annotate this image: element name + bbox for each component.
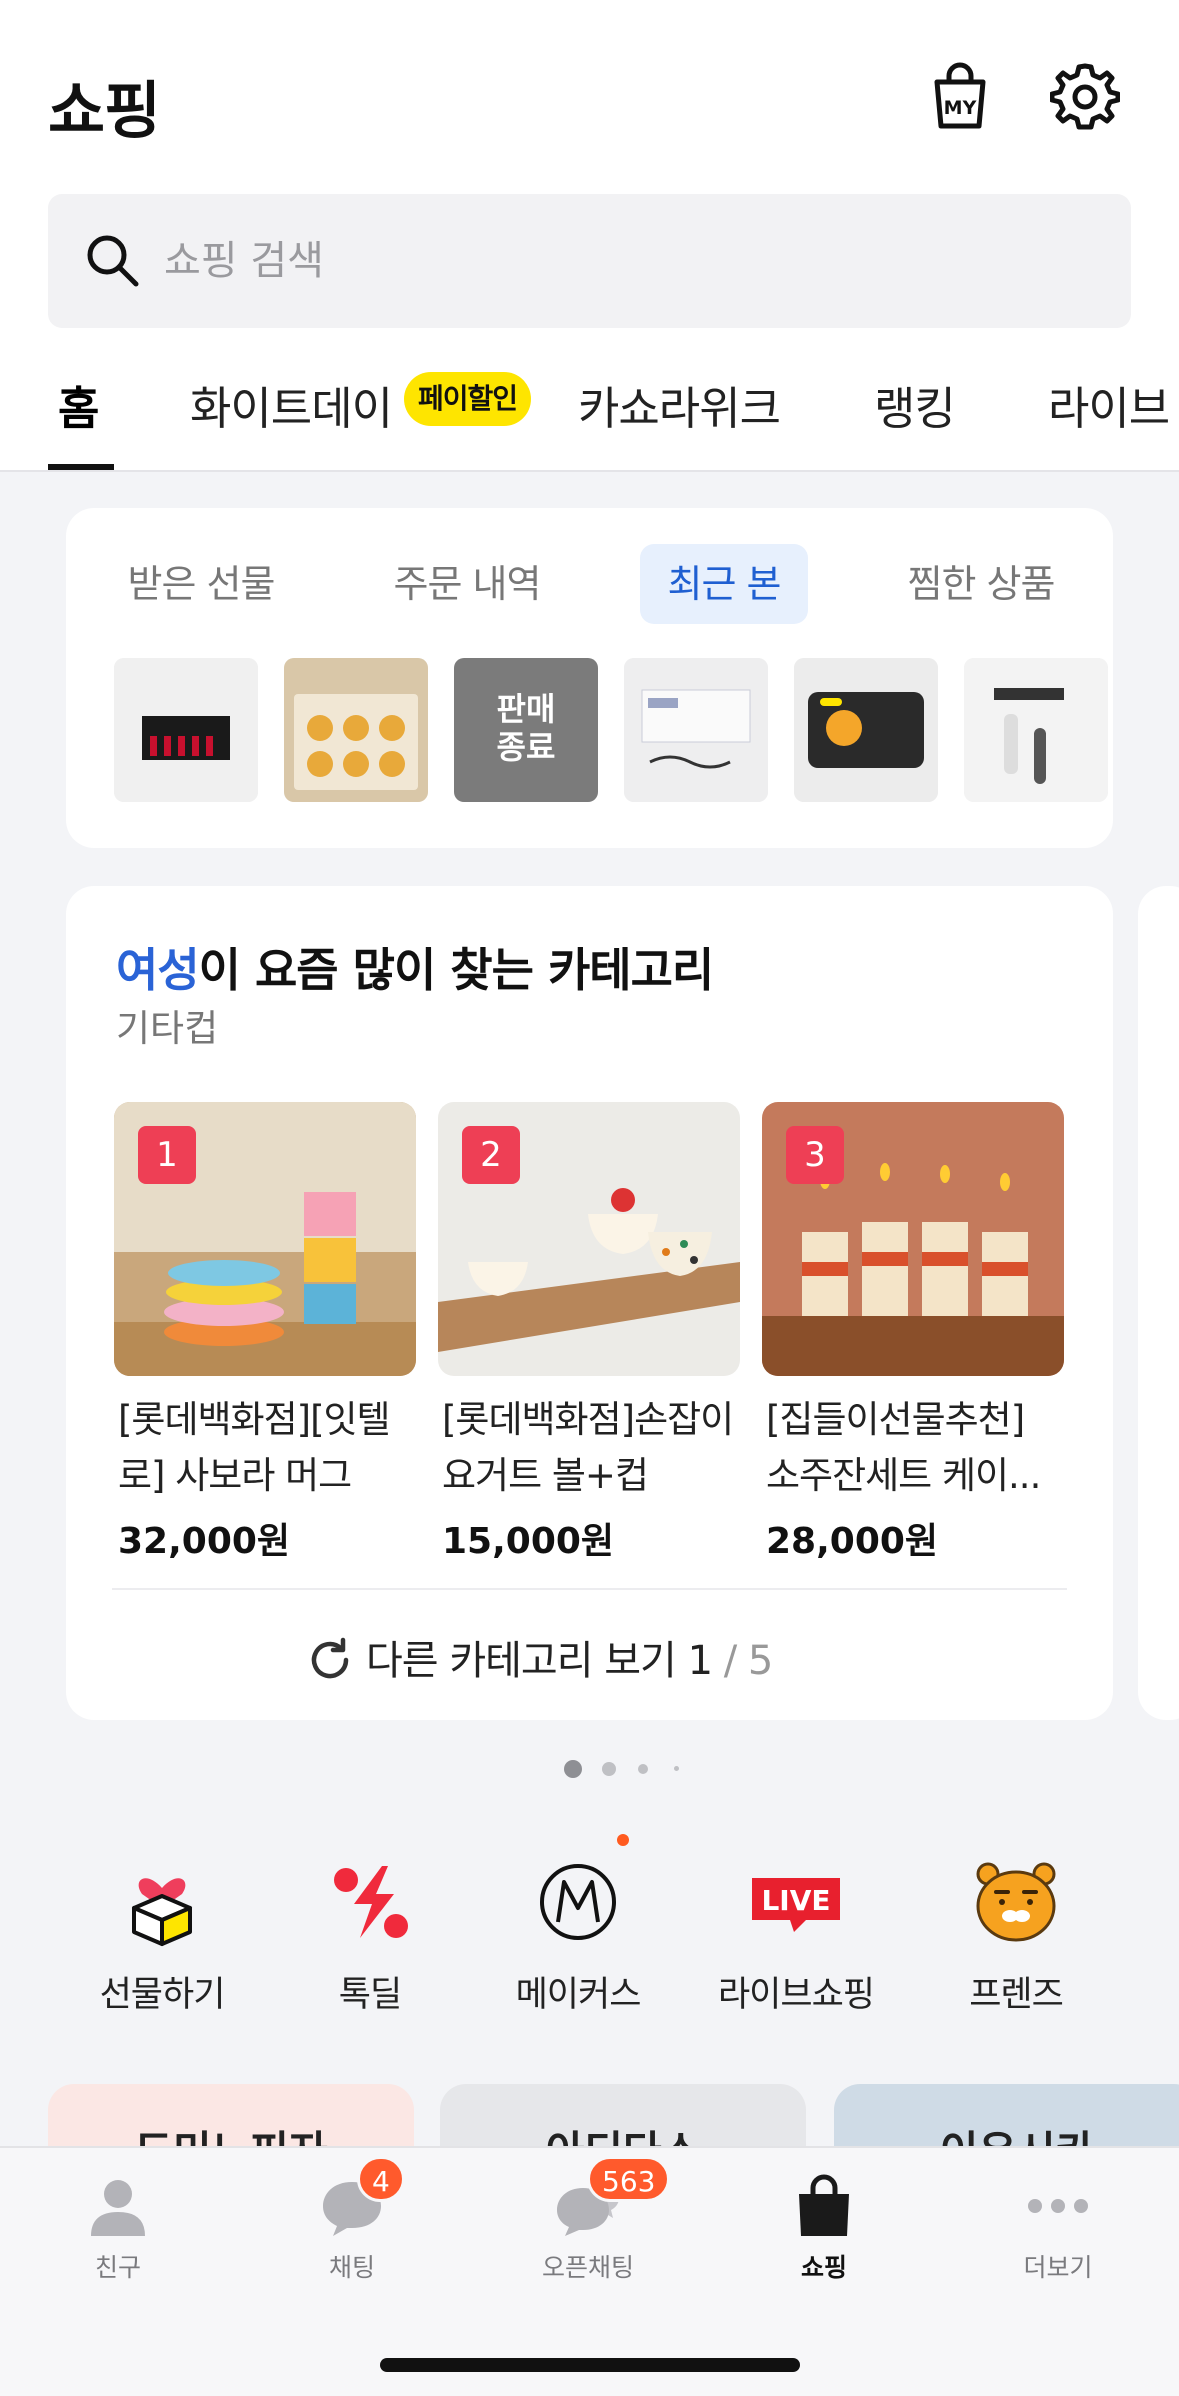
brand-banner[interactable]: 도미노피자 (48, 2084, 414, 2146)
subcategory-label: 기타컵 (116, 1007, 219, 1050)
recent-item-sold-out[interactable]: 판매 종료 (454, 658, 598, 802)
quick-menu-live-shopping[interactable]: LIVE 라이브쇼핑 (696, 1850, 896, 2017)
nav-shopping[interactable]: 쇼핑 (724, 2174, 924, 2284)
quick-menu-friends[interactable]: 프렌즈 (916, 1850, 1116, 2017)
nav-label: 친구 (94, 2253, 141, 2282)
refresh-icon (306, 1636, 354, 1684)
product-image: 2 (438, 1102, 740, 1376)
nav-more[interactable]: 더보기 (958, 2174, 1158, 2284)
product-price: 32,000원 (118, 1521, 291, 1562)
more-dots-icon (1023, 2174, 1093, 2238)
tab-ranking[interactable]: 랭킹 (874, 372, 956, 437)
product-name: [집들이선물추천] 소주잔세트 케이... (766, 1398, 1041, 1497)
product-image: 1 (114, 1102, 416, 1376)
carousel-dot (602, 1762, 616, 1776)
product-name: [롯데백화점]손잡이 요거트 볼+컵 (3c... (442, 1398, 734, 1497)
my-shopping-bag-icon[interactable]: MY (925, 62, 995, 132)
product-image: 3 (762, 1102, 1064, 1376)
recent-item-thumbnail[interactable] (964, 658, 1108, 802)
search-bar[interactable] (48, 194, 1131, 328)
unread-badge: 563 (587, 2156, 671, 2202)
other-category-button[interactable]: 다른 카테고리 보기 1 / 5 (311, 1628, 774, 1686)
tab-home[interactable]: 홈 (58, 372, 99, 437)
quick-menu-makers[interactable]: 메이커스 (478, 1850, 678, 2017)
rank-badge: 1 (138, 1126, 196, 1184)
settings-gear-icon[interactable] (1049, 62, 1121, 132)
tab-whiteday[interactable]: 화이트데이 (190, 372, 393, 437)
product-name: [롯데백화점][잇텔 로] 사보라 머그 S... (118, 1398, 391, 1497)
svg-text:LIVE: LIVE (761, 1884, 830, 1917)
product-price: 15,000원 (442, 1521, 615, 1562)
quick-menu-label: 메이커스 (515, 1975, 642, 2015)
nav-label: 오픈채팅 (541, 2253, 634, 2282)
quick-menu-label: 프렌즈 (969, 1975, 1064, 2015)
shopping-bag-icon (789, 2174, 859, 2238)
chip-received-gifts[interactable]: 받은 선물 (106, 544, 296, 624)
headline-highlight: 여성 (116, 943, 200, 997)
home-indicator (380, 2358, 800, 2372)
other-category-label: 다른 카테고리 보기 (366, 1638, 677, 1684)
carousel-dot (638, 1764, 648, 1774)
svg-text:MY: MY (944, 97, 977, 119)
my-activity-card: 받은 선물 주문 내역 최근 본 찜한 상품 판매 종료 (66, 508, 1113, 848)
quick-menu-label: 선물하기 (99, 1975, 226, 2015)
brand-banner[interactable]: 이유시카 (834, 2084, 1179, 2146)
category-tabs: 홈 화이트데이 카쇼라위크 랭킹 라이브 (0, 360, 1179, 472)
nav-chat[interactable]: 4 채팅 (252, 2156, 452, 2284)
nav-label: 채팅 (328, 2253, 375, 2282)
card-divider (112, 1588, 1067, 1590)
nav-label: 더보기 (1023, 2253, 1093, 2282)
nav-openchat[interactable]: 563 오픈채팅 (488, 2156, 688, 2284)
unread-badge: 4 (357, 2156, 405, 2202)
recent-item-thumbnail[interactable] (624, 658, 768, 802)
quick-menu-label: 톡딜 (338, 1975, 402, 2015)
recent-item-thumbnail[interactable] (114, 658, 258, 802)
nav-label: 쇼핑 (800, 2253, 847, 2282)
chat-icon: 4 (317, 2156, 405, 2238)
rank-badge: 2 (462, 1126, 520, 1184)
page-total: / 5 (712, 1638, 774, 1684)
rank-badge: 3 (786, 1126, 844, 1184)
new-indicator-dot (617, 1834, 629, 1846)
ryan-icon (966, 1850, 1066, 1950)
recent-item-thumbnail[interactable] (284, 658, 428, 802)
openchat-icon: 563 (553, 2156, 671, 2238)
live-icon: LIVE (746, 1850, 846, 1950)
headline-text: 이 요즘 많이 찾는 카테고리 (198, 943, 715, 997)
nav-friends[interactable]: 친구 (18, 2174, 218, 2284)
carousel-dot (674, 1766, 679, 1771)
quick-menu-gift[interactable]: 선물하기 (62, 1850, 262, 2017)
recent-item-thumbnail[interactable] (794, 658, 938, 802)
product-card[interactable]: 3 [집들이선물추천] 소주잔세트 케이... 28,000원 (762, 1102, 1064, 1564)
product-price: 28,000원 (766, 1521, 939, 1562)
product-card[interactable]: 1 [롯데백화점][잇텔 로] 사보라 머그 S... 32,000원 (114, 1102, 416, 1564)
product-card[interactable]: 2 [롯데백화점]손잡이 요거트 볼+컵 (3c... 15,000원 (438, 1102, 740, 1564)
chip-wishlist[interactable]: 찜한 상품 (886, 544, 1076, 624)
tab-live[interactable]: 라이브 (1048, 372, 1170, 437)
next-card-peek (1138, 886, 1179, 1720)
gift-box-icon (112, 1850, 212, 1950)
tab-kasho-week[interactable]: 카쇼라위크 (578, 372, 781, 437)
active-tab-indicator (48, 464, 114, 470)
search-input[interactable] (164, 224, 1064, 298)
recommend-headline: 여성이 요즘 많이 찾는 카테고리 (116, 934, 715, 1000)
brand-banner[interactable]: 아디다스 (440, 2084, 806, 2146)
quick-menu-label: 라이브쇼핑 (717, 1975, 875, 2015)
person-icon (83, 2174, 153, 2238)
page-title: 쇼핑 (48, 74, 161, 147)
quick-menu-talkdeal[interactable]: 톡딜 (270, 1850, 470, 2017)
category-recommendation-card: 여성이 요즘 많이 찾는 카테고리 기타컵 1 [롯데백화점][잇텔 로] 사보… (66, 886, 1113, 1720)
search-icon (82, 230, 142, 290)
chip-order-history[interactable]: 주문 내역 (372, 544, 562, 624)
makers-icon (528, 1850, 628, 1950)
pay-discount-badge: 페이할인 (404, 372, 532, 426)
carousel-dot-active (564, 1760, 582, 1778)
recent-items-row: 판매 종료 (114, 658, 1114, 802)
page-current: 1 (687, 1638, 713, 1684)
talkdeal-icon (320, 1850, 420, 1950)
sold-out-label: 판매 종료 (496, 690, 556, 766)
brand-banner-row: 도미노피자 아디다스 이유시카 (0, 2084, 1179, 2146)
chip-recently-viewed[interactable]: 최근 본 (640, 544, 808, 624)
